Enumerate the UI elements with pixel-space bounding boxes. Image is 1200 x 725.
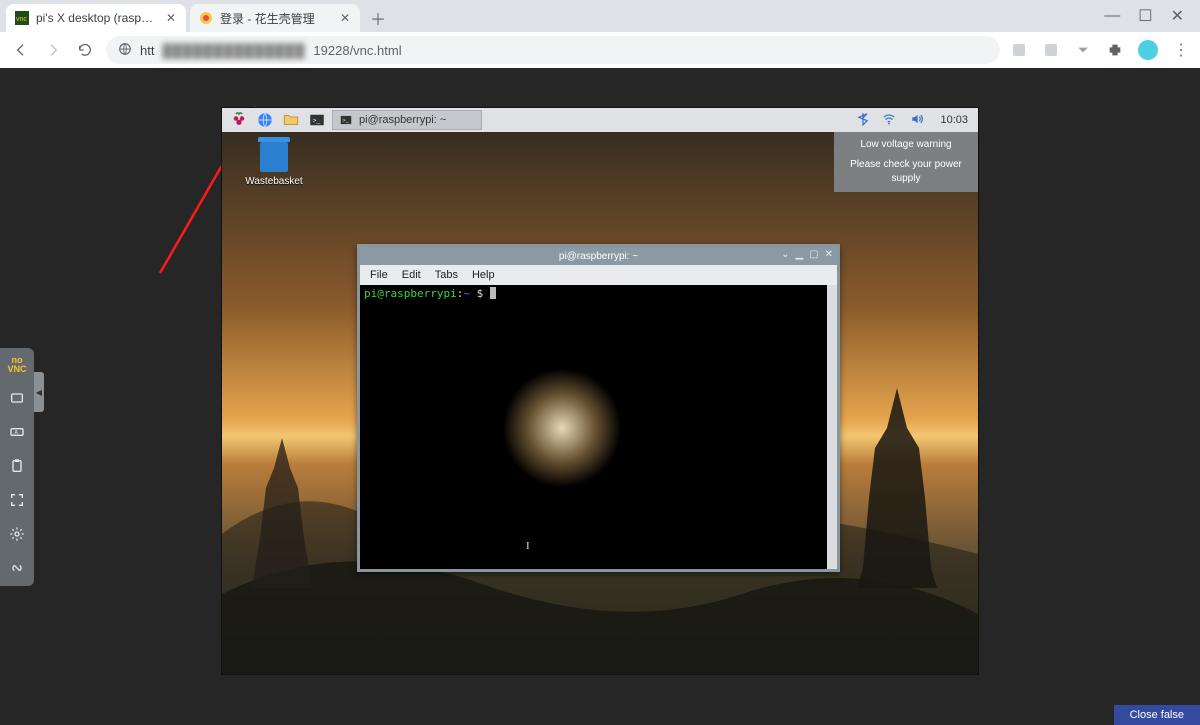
- file-manager-icon[interactable]: [280, 110, 302, 130]
- notif-title: Low voltage warning: [842, 138, 970, 152]
- prompt-path: ~: [463, 287, 470, 300]
- page-viewport: no VNC A ◀: [0, 68, 1200, 725]
- footer-text: Close false: [1130, 709, 1184, 721]
- close-icon[interactable]: ✕: [1171, 6, 1184, 26]
- url-prefix: htt: [140, 43, 154, 58]
- terminal-title: pi@raspberrypi: ~: [559, 251, 638, 262]
- window-close-icon[interactable]: ✕: [825, 249, 833, 261]
- back-button[interactable]: [10, 39, 32, 61]
- trash-bin-icon: [260, 142, 288, 172]
- address-bar[interactable]: htt ██████████████ 19228/vnc.html: [106, 36, 1000, 64]
- window-rollup-icon[interactable]: ⌄: [781, 249, 789, 261]
- profile-avatar[interactable]: [1138, 40, 1158, 60]
- extensions-area: ⋮: [1010, 40, 1190, 60]
- terminal-body[interactable]: pi@raspberrypi:~ $ I: [360, 285, 827, 569]
- close-icon[interactable]: ✕: [338, 11, 352, 25]
- chevron-down-icon[interactable]: [1074, 41, 1092, 59]
- task-label: pi@raspberrypi: ~: [359, 114, 446, 126]
- new-tab-button[interactable]: ＋: [364, 4, 392, 32]
- terminal-titlebar[interactable]: pi@raspberrypi: ~ ⌄ ▁ ▢ ✕: [360, 247, 837, 265]
- window-controls: — ☐ ✕: [1104, 0, 1196, 32]
- wastebasket-desktop-icon[interactable]: Wastebasket: [244, 142, 304, 187]
- svg-text:>_: >_: [313, 117, 321, 124]
- prompt-host: pi@raspberrypi: [364, 287, 457, 300]
- prompt-symbol: $: [470, 287, 490, 300]
- maximize-icon[interactable]: ☐: [1138, 6, 1152, 26]
- wastebasket-label: Wastebasket: [244, 176, 304, 187]
- text-caret-icon: I: [526, 540, 530, 552]
- svg-text:vnc: vnc: [16, 16, 27, 23]
- volume-icon[interactable]: [908, 112, 926, 129]
- terminal-menu: File Edit Tabs Help: [360, 265, 837, 285]
- settings-gear-icon[interactable]: [7, 524, 27, 544]
- svg-text:A: A: [14, 430, 18, 436]
- raspberry-menu-icon[interactable]: [228, 110, 250, 130]
- disconnect-icon[interactable]: [7, 558, 27, 578]
- menu-tabs[interactable]: Tabs: [435, 269, 458, 281]
- kebab-menu-icon[interactable]: ⋮: [1172, 41, 1190, 59]
- low-voltage-notification: Low voltage warning Please check your po…: [834, 132, 978, 192]
- footer-status[interactable]: Close false: [1114, 705, 1200, 725]
- window-maximize-icon[interactable]: ▢: [809, 249, 818, 261]
- extension-icon[interactable]: [1042, 41, 1060, 59]
- vnc-logo-icon: no VNC: [7, 356, 26, 374]
- browser-toolbar: htt ██████████████ 19228/vnc.html ⋮: [0, 32, 1200, 68]
- vnc-toolbar: no VNC A: [0, 348, 34, 586]
- tab-vnc[interactable]: vnc pi's X desktop (raspberrypi:1) ✕: [6, 4, 186, 32]
- browser-chrome: vnc pi's X desktop (raspberrypi:1) ✕ 登录 …: [0, 0, 1200, 68]
- tab-strip: vnc pi's X desktop (raspberrypi:1) ✕ 登录 …: [0, 0, 1200, 32]
- wallpaper-temple-icon: [857, 388, 937, 588]
- fullscreen-icon[interactable]: [7, 490, 27, 510]
- reload-button[interactable]: [74, 39, 96, 61]
- clipboard-icon[interactable]: [7, 456, 27, 476]
- globe-icon: [118, 42, 132, 59]
- oray-favicon-icon: [198, 10, 214, 26]
- taskbar-terminal-entry[interactable]: >_ pi@raspberrypi: ~: [332, 110, 482, 130]
- extension-icon[interactable]: [1010, 41, 1028, 59]
- url-redacted: ██████████████: [162, 43, 305, 58]
- tab-title: pi's X desktop (raspberrypi:1): [36, 11, 158, 25]
- web-browser-icon[interactable]: [254, 110, 276, 130]
- vnc-collapse-handle[interactable]: ◀: [34, 372, 44, 412]
- clock[interactable]: 10:03: [936, 114, 972, 126]
- minimize-icon[interactable]: —: [1104, 7, 1120, 25]
- tab-title: 登录 - 花生壳管理: [220, 10, 332, 27]
- menu-help[interactable]: Help: [472, 269, 495, 281]
- vnc-favicon-icon: vnc: [14, 10, 30, 26]
- window-minimize-icon[interactable]: ▁: [795, 249, 803, 261]
- svg-text:>_: >_: [343, 118, 349, 124]
- menu-file[interactable]: File: [370, 269, 388, 281]
- terminal-cursor-icon: [490, 287, 496, 299]
- terminal-launcher-icon[interactable]: >_: [306, 110, 328, 130]
- keyboard-icon[interactable]: A: [7, 422, 27, 442]
- puzzle-icon[interactable]: [1106, 41, 1124, 59]
- tab-oray[interactable]: 登录 - 花生壳管理 ✕: [190, 4, 360, 32]
- remote-desktop[interactable]: >_ >_ pi@raspberrypi: ~ 10:03: [222, 108, 978, 674]
- bluetooth-icon[interactable]: [856, 111, 870, 130]
- menu-edit[interactable]: Edit: [402, 269, 421, 281]
- terminal-window[interactable]: pi@raspberrypi: ~ ⌄ ▁ ▢ ✕ File Edit Tabs…: [357, 244, 840, 572]
- terminal-scrollbar[interactable]: [827, 285, 837, 569]
- url-suffix: 19228/vnc.html: [313, 43, 401, 58]
- wallpaper-temple-icon: [252, 438, 312, 588]
- wifi-icon[interactable]: [880, 112, 898, 129]
- pi-menubar: >_ >_ pi@raspberrypi: ~ 10:03: [222, 108, 978, 132]
- system-tray: 10:03: [856, 111, 972, 130]
- close-icon[interactable]: ✕: [164, 11, 178, 25]
- drag-viewport-icon[interactable]: [7, 388, 27, 408]
- notif-body: Please check your power supply: [842, 158, 970, 186]
- forward-button[interactable]: [42, 39, 64, 61]
